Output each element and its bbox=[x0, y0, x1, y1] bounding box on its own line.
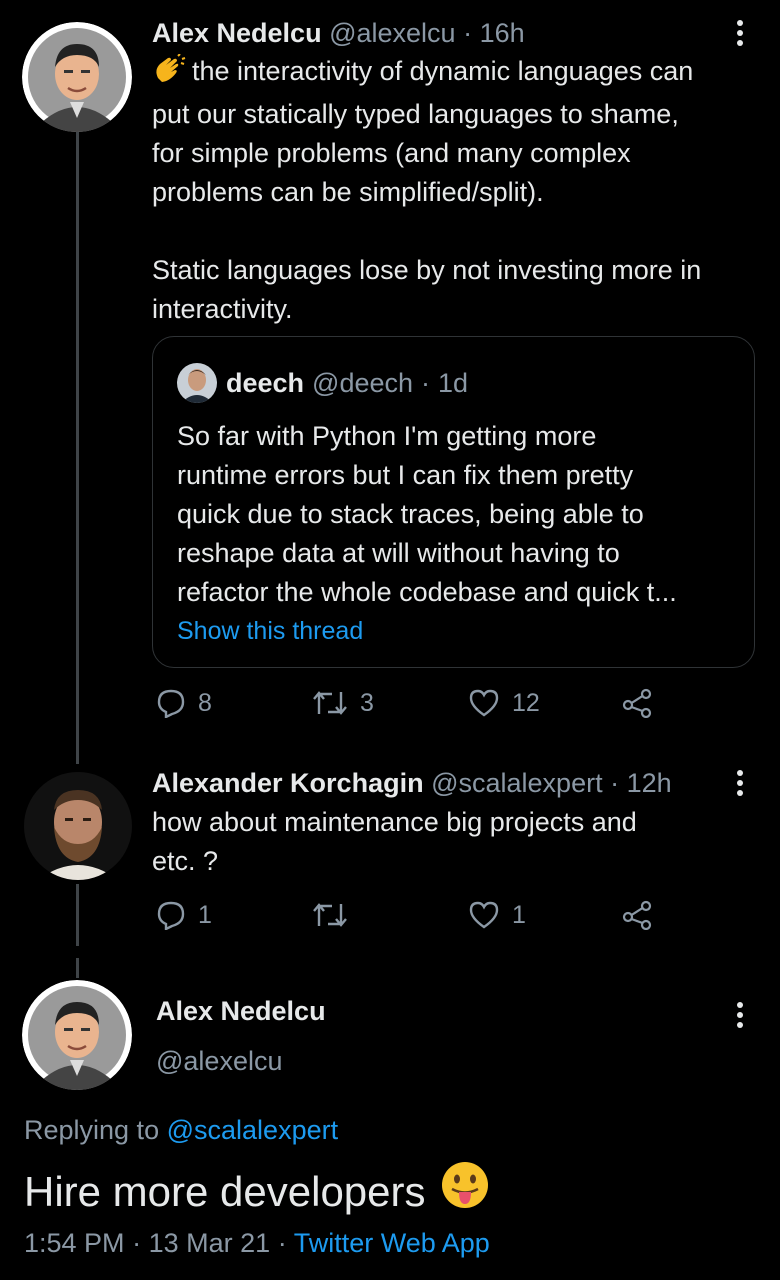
more-icon[interactable] bbox=[730, 770, 750, 796]
quote-line: quick due to stack traces, being able to bbox=[177, 499, 644, 529]
author-name[interactable]: Alex Nedelcu bbox=[152, 18, 322, 48]
tweet-line: put our statically typed languages to sh… bbox=[152, 99, 679, 129]
avatar[interactable] bbox=[22, 980, 132, 1090]
retweet-count: 3 bbox=[360, 688, 374, 717]
tweet-line: interactivity. bbox=[152, 294, 293, 324]
share-button[interactable] bbox=[622, 688, 654, 718]
quote-line: So far with Python I'm getting more bbox=[177, 421, 597, 451]
tweet-line: problems can be simplified/split). bbox=[152, 177, 544, 207]
avatar[interactable] bbox=[22, 22, 132, 132]
tweet-line: Static languages lose by not investing m… bbox=[152, 255, 702, 285]
retweet-button[interactable] bbox=[312, 900, 360, 930]
share-icon bbox=[622, 688, 654, 718]
tweet-text: how about maintenance big projects and e… bbox=[152, 803, 762, 881]
separator: · bbox=[610, 768, 620, 798]
quoted-tweet[interactable]: deech @deech · 1d So far with Python I'm… bbox=[152, 336, 755, 668]
quote-author-handle: @deech bbox=[312, 368, 414, 398]
avatar[interactable] bbox=[24, 772, 132, 880]
author-name[interactable]: Alex Nedelcu bbox=[156, 996, 326, 1027]
retweet-icon bbox=[312, 688, 348, 718]
separator: · bbox=[421, 368, 431, 398]
separator: · bbox=[132, 1228, 142, 1258]
like-button[interactable]: 1 bbox=[468, 900, 526, 930]
tongue-out-emoji bbox=[440, 1160, 490, 1224]
more-icon[interactable] bbox=[730, 20, 750, 46]
tweet-line bbox=[152, 212, 762, 251]
clapping-hands-emoji bbox=[152, 53, 186, 95]
tweet-line: for simple problems (and many complex bbox=[152, 138, 631, 168]
author-handle[interactable]: @scalalexpert bbox=[431, 768, 602, 798]
tweet-actions: 8 3 12 bbox=[152, 688, 672, 728]
like-count: 12 bbox=[512, 688, 540, 717]
tweet-line: the interactivity of dynamic languages c… bbox=[152, 52, 762, 95]
more-icon[interactable] bbox=[730, 1002, 750, 1028]
tweet-source[interactable]: Twitter Web App bbox=[294, 1228, 490, 1258]
replying-to: Replying to @scalalexpert bbox=[24, 1115, 339, 1145]
tweet-date[interactable]: 13 Mar 21 bbox=[149, 1228, 271, 1258]
tweet-text: the interactivity of dynamic languages c… bbox=[152, 52, 762, 329]
tweet-line: etc. ? bbox=[152, 846, 219, 876]
share-button[interactable] bbox=[622, 900, 654, 930]
like-icon bbox=[468, 688, 500, 718]
quote-line: runtime errors but I can fix them pretty bbox=[177, 460, 634, 490]
like-icon bbox=[468, 900, 500, 930]
like-count: 1 bbox=[512, 900, 526, 929]
tweet-header: Alexander Korchagin @scalalexpert · 12h bbox=[152, 766, 672, 800]
replying-to-link[interactable]: @scalalexpert bbox=[167, 1115, 338, 1145]
author-handle[interactable]: @alexelcu bbox=[156, 1046, 282, 1077]
reply-icon bbox=[156, 900, 186, 930]
quote-time: 1d bbox=[438, 368, 469, 398]
tweet-meta: 1:54 PM · 13 Mar 21 · Twitter Web App bbox=[24, 1228, 490, 1259]
quote-avatar bbox=[177, 363, 217, 403]
tweet-time[interactable]: 12h bbox=[627, 768, 672, 798]
reply-button[interactable]: 1 bbox=[156, 900, 212, 930]
tweet-line: how about maintenance big projects and bbox=[152, 807, 637, 837]
show-thread-link[interactable]: Show this thread bbox=[177, 617, 363, 646]
reply-count: 1 bbox=[198, 900, 212, 929]
tweet-actions: 1 1 bbox=[152, 900, 672, 940]
separator: · bbox=[463, 18, 473, 48]
quote-line: reshape data at will without having to bbox=[177, 538, 620, 568]
like-button[interactable]: 12 bbox=[468, 688, 540, 718]
author-name[interactable]: Alexander Korchagin bbox=[152, 768, 424, 798]
author-handle[interactable]: @alexelcu bbox=[329, 18, 455, 48]
quote-line: refactor the whole codebase and quick t.… bbox=[177, 577, 677, 607]
quote-text: So far with Python I'm getting more runt… bbox=[177, 417, 737, 612]
quote-author-name: deech bbox=[226, 368, 305, 398]
retweet-icon bbox=[312, 900, 348, 930]
tweet-time[interactable]: 16h bbox=[480, 18, 525, 48]
separator: · bbox=[277, 1228, 287, 1258]
retweet-button[interactable]: 3 bbox=[312, 688, 374, 718]
tweet-header: Alex Nedelcu @alexelcu · 16h bbox=[152, 16, 525, 50]
thread-line bbox=[76, 132, 79, 764]
share-icon bbox=[622, 900, 654, 930]
tweet-time[interactable]: 1:54 PM bbox=[24, 1228, 125, 1258]
thread-line bbox=[76, 958, 79, 978]
reply-button[interactable]: 8 bbox=[156, 688, 212, 718]
reply-count: 8 bbox=[198, 688, 212, 717]
reply-icon bbox=[156, 688, 186, 718]
main-tweet-text: Hire more developers bbox=[24, 1160, 490, 1224]
quote-header: deech @deech · 1d bbox=[177, 363, 468, 403]
thread-line bbox=[76, 884, 79, 946]
